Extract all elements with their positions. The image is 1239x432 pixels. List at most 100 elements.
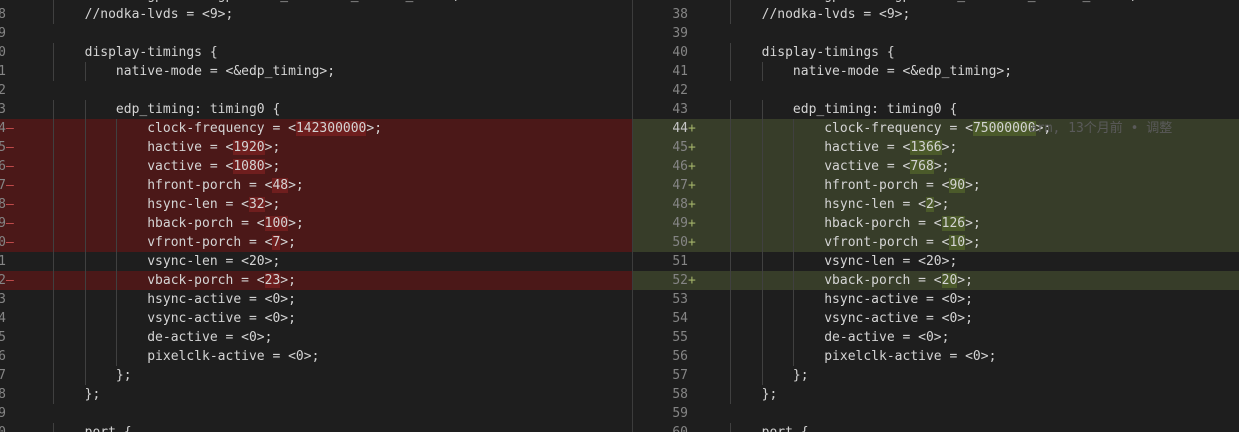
- code-line[interactable]: 4 vsync-active = <0>;: [0, 309, 632, 328]
- code-line[interactable]: 9: [0, 404, 632, 423]
- line-number: 3: [0, 102, 6, 117]
- line-number: 59: [672, 406, 688, 421]
- line-gutter: 51: [633, 252, 699, 271]
- code-line[interactable]: 57 };: [633, 366, 1239, 385]
- code-content: vsync-len = <20>;: [699, 254, 958, 269]
- code-line[interactable]: 52+ vback-porch = <20>;: [633, 271, 1239, 290]
- code-line[interactable]: 2— vback-porch = <23>;: [0, 271, 632, 290]
- line-gutter: 46+: [633, 157, 699, 176]
- code-line[interactable]: 55 de-active = <0>;: [633, 328, 1239, 347]
- indent-guide: [84, 214, 86, 233]
- added-marker: +: [688, 159, 696, 174]
- code-text: hfront-porch = <48>;: [22, 176, 304, 195]
- code-line[interactable]: 0 display-timings {: [0, 43, 632, 62]
- line-gutter: 50+: [633, 233, 699, 252]
- line-gutter: 53: [633, 290, 699, 309]
- code-text: de-active = <0>;: [699, 328, 949, 347]
- line-number: 9: [0, 406, 6, 421]
- code-line[interactable]: 51 vsync-len = <20>;: [633, 252, 1239, 271]
- indent-guide: [84, 100, 86, 119]
- code-line[interactable]: 4— clock-frequency = <142300000>;: [0, 119, 632, 138]
- code-content: vsync-active = <0>;: [699, 311, 973, 326]
- indent-guide: [730, 252, 732, 271]
- line-number: 53: [672, 292, 688, 307]
- code-line[interactable]: 43 edp_timing: timing0 {: [633, 100, 1239, 119]
- modified-pane[interactable]: 37 //nodka-gpio = <&gpio0 RK_PA1 GPIO_AC…: [633, 0, 1239, 432]
- code-line[interactable]: 44+ clock-frequency = <75000000>; arm, 13…: [633, 119, 1239, 138]
- line-gutter: 40: [633, 43, 699, 62]
- code-line[interactable]: 0— vfront-porch = <7>;: [0, 233, 632, 252]
- code-line[interactable]: 3 hsync-active = <0>;: [0, 290, 632, 309]
- original-lines: 7 //nodka-gpio = <&gpio0 RK_PA1 GPIO_ACT…: [0, 0, 632, 432]
- code-line[interactable]: 50+ vfront-porch = <10>;: [633, 233, 1239, 252]
- code-line[interactable]: 1 vsync-len = <20>;: [0, 252, 632, 271]
- line-number: 4: [0, 311, 6, 326]
- code-line[interactable]: 58 };: [633, 385, 1239, 404]
- line-gutter: 5—: [0, 138, 22, 157]
- code-line[interactable]: 7— hfront-porch = <48>;: [0, 176, 632, 195]
- code-content: hsync-len = <: [699, 197, 926, 212]
- code-line[interactable]: 3 edp_timing: timing0 {: [0, 100, 632, 119]
- line-gutter: 54: [633, 309, 699, 328]
- code-content: native-mode = <&edp_timing>;: [22, 64, 336, 79]
- code-line[interactable]: 8 //nodka-lvds = <9>;: [0, 5, 632, 24]
- code-line[interactable]: 41 native-mode = <&edp_timing>;: [633, 62, 1239, 81]
- code-line[interactable]: 46+ vactive = <768>;: [633, 157, 1239, 176]
- code-line[interactable]: 2: [0, 81, 632, 100]
- code-text: vback-porch = <23>;: [22, 271, 296, 290]
- code-line[interactable]: 42: [633, 81, 1239, 100]
- original-pane[interactable]: 7 //nodka-gpio = <&gpio0 RK_PA1 GPIO_ACT…: [0, 0, 632, 432]
- line-number: 40: [672, 45, 688, 60]
- indent-guide: [730, 271, 732, 290]
- code-line[interactable]: 6 pixelclk-active = <0>;: [0, 347, 632, 366]
- code-text: hfront-porch = <90>;: [699, 176, 981, 195]
- code-line[interactable]: 8 };: [0, 385, 632, 404]
- line-gutter: 9—: [0, 214, 22, 233]
- line-number: 45: [672, 140, 688, 155]
- indent-guide: [53, 366, 55, 385]
- changed-value: 32: [248, 197, 265, 212]
- code-line[interactable]: 45+ hactive = <1366>;: [633, 138, 1239, 157]
- code-line[interactable]: 39: [633, 24, 1239, 43]
- code-line[interactable]: 49+ hback-porch = <126>;: [633, 214, 1239, 233]
- code-content: de-active = <0>;: [699, 330, 950, 345]
- indent-guide: [53, 5, 55, 24]
- changed-value: 126: [941, 216, 966, 231]
- indent-guide: [53, 423, 55, 432]
- indent-guide: [84, 366, 86, 385]
- code-content: vback-porch = <: [699, 273, 942, 288]
- line-gutter: 0—: [0, 233, 22, 252]
- code-line[interactable]: 1 native-mode = <&edp_timing>;: [0, 62, 632, 81]
- code-line[interactable]: 47+ hfront-porch = <90>;: [633, 176, 1239, 195]
- indent-guide: [84, 62, 86, 81]
- indent-guide: [761, 157, 763, 176]
- code-line[interactable]: 8— hsync-len = <32>;: [0, 195, 632, 214]
- code-line[interactable]: 56 pixelclk-active = <0>;: [633, 347, 1239, 366]
- code-text: vfront-porch = <10>;: [699, 233, 981, 252]
- code-line[interactable]: 7 };: [0, 366, 632, 385]
- code-line[interactable]: 38 //nodka-lvds = <9>;: [633, 5, 1239, 24]
- indent-guide: [53, 252, 55, 271]
- code-line[interactable]: 5— hactive = <1920>;: [0, 138, 632, 157]
- code-line[interactable]: 48+ hsync-len = <2>;: [633, 195, 1239, 214]
- code-line[interactable]: 40 display-timings {: [633, 43, 1239, 62]
- line-number: 44: [672, 121, 688, 136]
- indent-guide: [761, 100, 763, 119]
- code-line[interactable]: 9— hback-porch = <100>;: [0, 214, 632, 233]
- code-line[interactable]: 59: [633, 404, 1239, 423]
- code-line[interactable]: 6— vactive = <1080>;: [0, 157, 632, 176]
- code-line[interactable]: 53 hsync-active = <0>;: [633, 290, 1239, 309]
- removed-marker: —: [6, 216, 14, 231]
- code-line[interactable]: 60 port {: [633, 423, 1239, 432]
- removed-marker: —: [6, 235, 14, 250]
- code-text: edp_timing: timing0 {: [22, 100, 280, 119]
- changed-value: 90: [949, 178, 966, 193]
- code-line[interactable]: 9: [0, 24, 632, 43]
- line-gutter: 59: [633, 404, 699, 423]
- indent-guide: [792, 119, 794, 138]
- code-line[interactable]: 54 vsync-active = <0>;: [633, 309, 1239, 328]
- code-content: vfront-porch = <: [22, 235, 273, 250]
- code-line[interactable]: 0 port {: [0, 423, 632, 432]
- line-number: 46: [672, 159, 688, 174]
- code-line[interactable]: 5 de-active = <0>;: [0, 328, 632, 347]
